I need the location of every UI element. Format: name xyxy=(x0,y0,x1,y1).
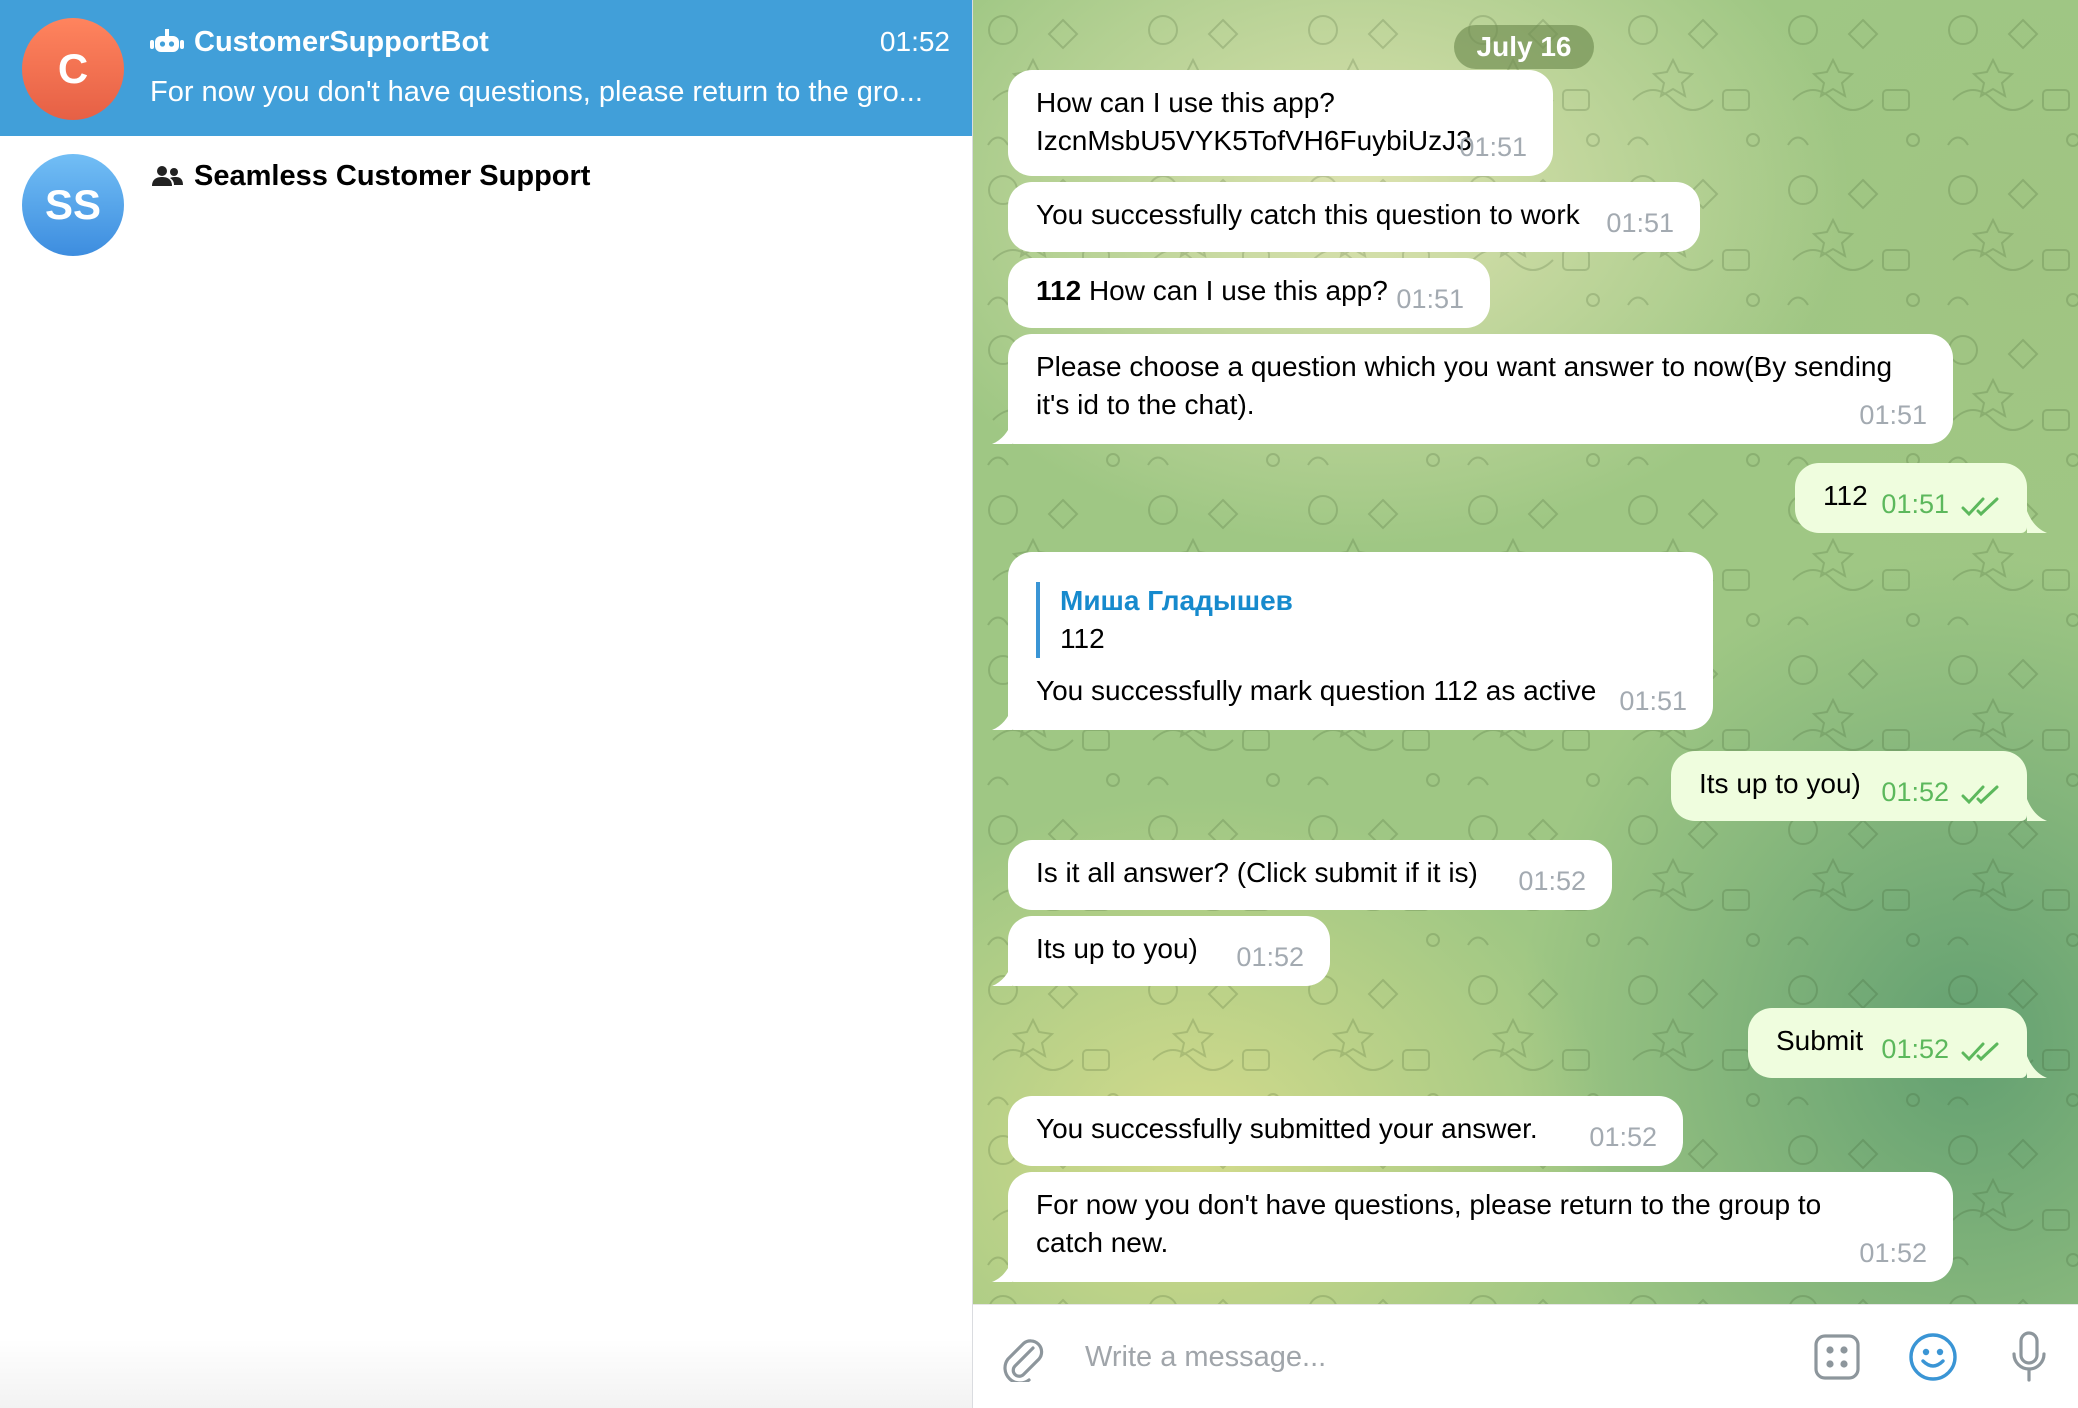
message-text: Is it all answer? (Click submit if it is… xyxy=(1036,857,1478,888)
message-incoming[interactable]: 112 How can I use this app? 01:51 xyxy=(1008,258,1490,328)
message-incoming[interactable]: For now you don't have questions, please… xyxy=(1008,1172,1953,1282)
message-incoming[interactable]: Is it all answer? (Click submit if it is… xyxy=(1008,840,1612,910)
message-outgoing[interactable]: Its up to you) 01:52 xyxy=(1671,751,2027,821)
message-incoming[interactable]: How can I use this app? IzcnMsbU5VYK5Tof… xyxy=(1008,70,1553,176)
message-incoming[interactable]: Please choose a question which you want … xyxy=(1008,334,1953,444)
message-text-line: How can I use this app? xyxy=(1036,87,1335,118)
chat-time: 01:52 xyxy=(879,26,950,57)
chat-item-customersupportbot[interactable]: C CustomerSupportBot 01:52 For now you d… xyxy=(0,0,972,136)
message-text: You successfully mark question 112 as ac… xyxy=(1036,675,1597,706)
message-time: 01:52 xyxy=(1589,1122,1657,1152)
avatar: SS xyxy=(22,154,124,256)
message-time: 01:51 xyxy=(1459,132,1527,162)
message-time: 01:51 xyxy=(1619,686,1687,716)
date-separator: July 16 xyxy=(1454,25,1594,69)
message-text: You successfully catch this question to … xyxy=(1036,199,1580,230)
message-incoming-reply[interactable]: Миша Гладышев 112 You successfully mark … xyxy=(1008,552,1713,730)
message-incoming[interactable]: Its up to you) 01:52 xyxy=(1008,916,1330,986)
message-time: 01:51 xyxy=(1881,489,1949,519)
bot-commands-icon[interactable] xyxy=(1811,1331,1863,1383)
message-outgoing[interactable]: Submit 01:52 xyxy=(1748,1008,2027,1078)
chat-title: Seamless Customer Support xyxy=(194,159,591,192)
bubble-tail xyxy=(2027,799,2047,821)
message-text: Its up to you) xyxy=(1699,768,1861,799)
avatar: C xyxy=(22,18,124,120)
message-time: 01:52 xyxy=(1859,1238,1927,1268)
bubble-tail xyxy=(992,964,1012,986)
chat-history[interactable]: July 16 How can I use this app? IzcnMsbU… xyxy=(973,0,2078,1304)
message-text-line: For now you don't have questions, please… xyxy=(1036,1189,1822,1220)
group-icon xyxy=(150,161,186,191)
double-check-icon xyxy=(1961,497,1999,517)
bubble-tail xyxy=(992,708,1012,730)
message-outgoing[interactable]: 112 01:51 xyxy=(1795,463,2027,533)
question-id: 112 xyxy=(1036,275,1082,306)
message-input[interactable] xyxy=(1085,1329,1685,1385)
reply-text: 112 xyxy=(1060,623,1105,654)
chat-title: CustomerSupportBot xyxy=(194,25,489,58)
message-time: 01:52 xyxy=(1518,866,1586,896)
message-text: You successfully submitted your answer. xyxy=(1036,1113,1538,1144)
avatar-initials: C xyxy=(57,45,89,92)
sidebar-bottom-shadow xyxy=(0,1338,972,1408)
message-incoming[interactable]: You successfully catch this question to … xyxy=(1008,182,1700,252)
microphone-icon[interactable] xyxy=(2003,1329,2055,1385)
double-check-icon xyxy=(1961,1042,1999,1062)
message-time: 01:52 xyxy=(1881,777,1949,807)
avatar-initials: SS xyxy=(44,181,102,228)
double-check-icon xyxy=(1961,785,1999,805)
reply-author: Миша Гладышев xyxy=(1060,585,1293,616)
message-time: 01:52 xyxy=(1236,942,1304,972)
emoji-icon[interactable] xyxy=(1907,1331,1959,1383)
bot-icon xyxy=(150,27,186,57)
chat-preview: For now you don't have questions, please… xyxy=(150,76,923,108)
message-text-line: it's id to the chat). xyxy=(1036,389,1255,420)
message-text-line: catch new. xyxy=(1036,1227,1169,1258)
bubble-tail xyxy=(2027,511,2047,533)
message-time: 01:52 xyxy=(1881,1034,1949,1064)
message-composer xyxy=(973,1304,2078,1408)
message-text: How can I use this app? xyxy=(1081,275,1388,306)
bubble-tail xyxy=(992,422,1012,444)
message-time: 01:51 xyxy=(1606,208,1674,238)
message-time: 01:51 xyxy=(1859,400,1927,430)
bubble-tail xyxy=(992,1260,1012,1282)
chat-list-sidebar: C CustomerSupportBot 01:52 For now you d… xyxy=(0,0,973,1408)
message-text-line: IzcnMsbU5VYK5TofVH6FuybiUzJ3 xyxy=(1036,125,1472,156)
paperclip-icon[interactable] xyxy=(998,1333,1048,1383)
reply-quote[interactable]: Миша Гладышев 112 xyxy=(1036,582,1685,658)
chat-item-seamless-customer-support[interactable]: SS Seamless Customer Support xyxy=(0,136,972,272)
message-incoming[interactable]: You successfully submitted your answer. … xyxy=(1008,1096,1683,1166)
bubble-tail xyxy=(2027,1056,2047,1078)
message-time: 01:51 xyxy=(1396,284,1464,314)
message-text-line: Please choose a question which you want … xyxy=(1036,351,1893,382)
